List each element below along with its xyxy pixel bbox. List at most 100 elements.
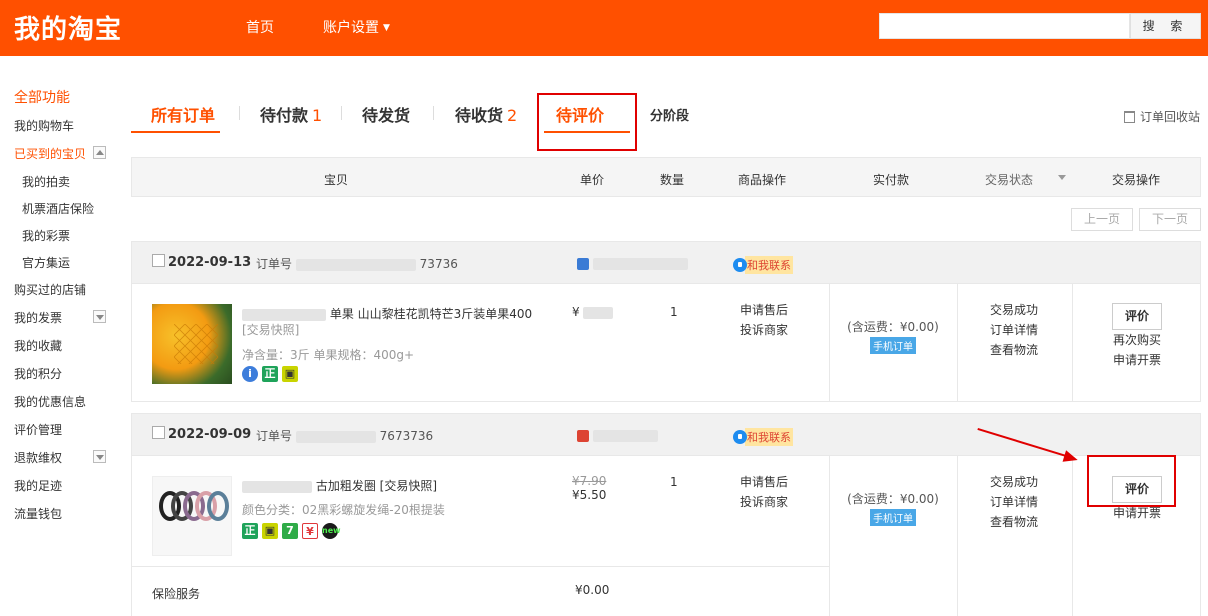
sidebar-item-auction[interactable]: 我的拍卖 [22,173,70,190]
tab-underline [131,131,220,133]
logo[interactable]: 我的淘宝 [14,9,122,46]
col-unit-price: 单价 [580,173,605,187]
insurance-price: ¥0.00 [575,583,610,597]
sidebar-all-functions[interactable]: 全部功能 [14,87,70,107]
sidebar-item-cart[interactable]: 我的购物车 [14,117,74,134]
shield-icon[interactable]: ¥ [302,523,318,539]
store-badge-icon[interactable]: ▣ [282,366,298,382]
order-recycle-bin[interactable]: 订单回收站 [1124,108,1200,125]
redacted-block [583,306,614,319]
sidebar-item-bought[interactable]: 已买到的宝贝 [14,145,86,162]
expand-toggle-icon[interactable] [93,310,106,323]
service-badges: 正 ▣ 7 ¥ new [242,523,342,539]
view-logistics-link[interactable]: 查看物流 [990,340,1038,360]
trade-status: 交易成功 订单详情 查看物流 [990,300,1038,360]
shipping-fee: (含运费：¥0.00) [847,320,939,334]
tab-to-receive[interactable]: 待收货 2 [455,102,517,126]
search-input[interactable] [879,13,1130,39]
sidebar-item-invoice[interactable]: 我的发票 [14,309,62,326]
complain-seller-link[interactable]: 投诉商家 [740,320,788,340]
tab-count: 1 [312,106,323,125]
order-details-link[interactable]: 订单详情 [990,492,1038,512]
view-logistics-link[interactable]: 查看物流 [990,512,1038,532]
tab-divider [341,106,342,120]
authentic-badge-icon[interactable]: 正 [262,366,278,382]
buy-again-link[interactable]: 再次购买 [1073,330,1201,350]
status-text: 交易成功 [990,303,1039,317]
redacted-block [242,480,312,493]
item-ops: 申请售后 投诉商家 [740,472,788,512]
product-title[interactable]: 单果 山山黎桂花凯特芒3斤装单果400 [242,305,532,322]
quantity: 1 [670,305,678,319]
order-checkbox[interactable] [152,426,165,439]
top-bar: 我的淘宝 首页 账户设置 ▼ 搜 索 [0,0,1208,56]
redacted-block [295,430,376,443]
tab-divider [239,106,240,120]
paid-value [829,474,957,490]
snapshot-link[interactable]: [交易快照] [242,321,299,338]
sidebar-item-footprints[interactable]: 我的足迹 [14,477,62,494]
prev-page-button[interactable]: 上一页 [1071,208,1133,231]
expand-toggle-icon[interactable] [93,450,106,463]
contact-label: 和我联系 [745,428,793,446]
insurance-service: 保险服务 [152,587,201,601]
order-number-tail: 7673736 [379,429,434,443]
sidebar-item-lottery[interactable]: 我的彩票 [22,227,70,244]
col-item-ops: 商品操作 [738,173,787,187]
sidebar-item-points[interactable]: 我的积分 [14,365,62,382]
request-invoice-link[interactable]: 申请开票 [1073,350,1201,370]
chat-icon [733,258,747,272]
tab-installment[interactable]: 分阶段 [650,105,689,124]
complain-seller-link[interactable]: 投诉商家 [740,492,788,512]
order-checkbox[interactable] [152,254,165,267]
store-badge-icon[interactable]: ▣ [262,523,278,539]
product-image[interactable] [152,476,232,556]
tab-to-ship[interactable]: 待发货 [362,102,410,126]
sidebar-item-data-wallet[interactable]: 流量钱包 [14,505,62,522]
sidebar-item-shops-bought[interactable]: 购买过的店铺 [14,281,86,298]
nav-account-settings[interactable]: 账户设置 ▼ [323,17,390,37]
tab-to-pay[interactable]: 待付款 1 [260,102,322,126]
status-text: 交易成功 [990,475,1039,489]
divider [132,566,829,567]
sidebar-item-reviews[interactable]: 评价管理 [14,421,62,438]
apply-after-sale-link[interactable]: 申请售后 [740,472,788,492]
shop-name[interactable] [577,256,688,270]
tab-label: 待付款 [260,106,309,125]
new-badge-icon[interactable]: new [322,523,341,539]
sidebar-item-official-collect[interactable]: 官方集运 [22,254,70,271]
tab-label: 待收货 [455,106,504,125]
hair-band-shape [207,491,229,521]
contact-seller[interactable]: 和我联系 [733,428,793,446]
order-details-link[interactable]: 订单详情 [990,320,1038,340]
authentic-badge-icon[interactable]: 正 [242,523,258,539]
search-button[interactable]: 搜 索 [1130,13,1201,39]
collapse-toggle-icon[interactable] [93,146,106,159]
unit-price: ¥ [572,305,614,319]
apply-after-sale-link[interactable]: 申请售后 [740,300,788,320]
item-ops: 申请售后 投诉商家 [740,300,788,340]
contact-seller[interactable]: 和我联系 [733,256,793,274]
seven-day-return-icon[interactable]: 7 [282,523,298,539]
sidebar-item-flight-hotel[interactable]: 机票酒店保险 [22,200,94,217]
info-icon[interactable]: i [242,366,258,382]
sidebar-item-refunds[interactable]: 退款维权 [14,449,62,466]
order-number-label: 订单号 [256,257,293,271]
tab-all-orders[interactable]: 所有订单 [151,102,215,126]
redacted-block [592,257,688,270]
next-page-button[interactable]: 下一页 [1139,208,1201,231]
rate-button[interactable]: 评价 [1112,303,1162,330]
col-status-filter[interactable]: 交易状态 [985,171,1033,188]
chevron-down-icon: ▼ [383,23,390,33]
order-number-tail: 73736 [419,257,458,271]
sidebar-item-favorites[interactable]: 我的收藏 [14,337,62,354]
nav-home[interactable]: 首页 [246,17,274,37]
redacted-block [242,308,326,321]
chevron-down-icon[interactable] [1058,175,1066,180]
sidebar-item-coupons[interactable]: 我的优惠信息 [14,393,86,410]
annotation-box [1087,455,1176,507]
product-image[interactable] [152,304,232,384]
service-badges: i 正 ▣ [242,366,302,382]
product-title[interactable]: 古加粗发圈 [交易快照] [242,477,437,494]
shop-name[interactable] [577,428,658,442]
